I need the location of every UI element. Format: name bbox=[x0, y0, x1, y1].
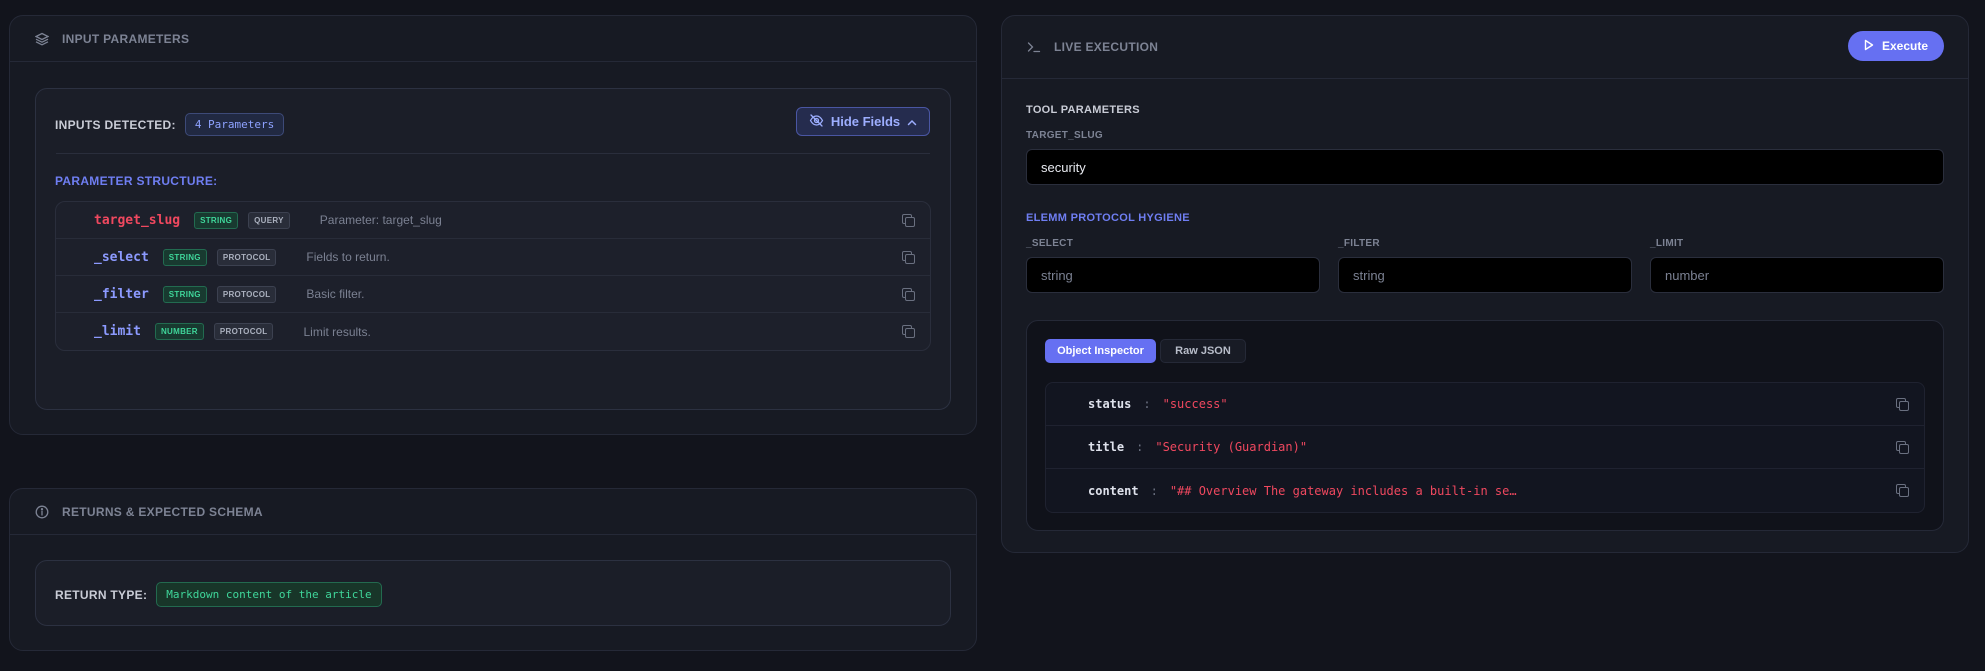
param-row-target-slug: target_slug STRING QUERY Parameter: targ… bbox=[56, 202, 930, 239]
return-type-badge: Markdown content of the article bbox=[156, 582, 382, 607]
target-slug-label: TARGET_SLUG bbox=[1026, 130, 1104, 141]
execute-button[interactable]: Execute bbox=[1848, 31, 1944, 61]
object-list: status : "success" title : "Security (Gu… bbox=[1045, 382, 1925, 513]
result-value: "Security (Guardian)" bbox=[1155, 440, 1308, 454]
result-colon: : bbox=[1150, 483, 1158, 498]
filter-label: _FILTER bbox=[1338, 238, 1380, 249]
select-input[interactable] bbox=[1026, 257, 1320, 293]
result-value: "success" bbox=[1162, 397, 1228, 411]
param-type-tag: NUMBER bbox=[154, 323, 204, 340]
param-type-tag: STRING bbox=[162, 248, 207, 266]
select-label: _SELECT bbox=[1026, 238, 1074, 249]
return-type-row: RETURN TYPE: Markdown content of the art… bbox=[55, 582, 382, 607]
param-description: Parameter: target_slug bbox=[319, 213, 442, 227]
copy-icon[interactable] bbox=[902, 251, 915, 264]
input-parameters-header: INPUT PARAMETERS bbox=[10, 16, 976, 62]
param-description: Basic filter. bbox=[306, 287, 365, 301]
param-location-tag: QUERY bbox=[248, 211, 290, 229]
result-row-status: status : "success" bbox=[1046, 383, 1924, 426]
execute-label: Execute bbox=[1881, 39, 1929, 53]
protocol-hygiene-title: ELEMM PROTOCOL HYGIENE bbox=[1026, 212, 1190, 224]
result-colon: : bbox=[1136, 440, 1144, 454]
play-icon bbox=[1864, 39, 1874, 54]
panel-title: LIVE EXECUTION bbox=[1054, 40, 1159, 54]
live-execution-panel: LIVE EXECUTION Execute TOOL PARAMETERS T… bbox=[1001, 15, 1969, 553]
result-key: title bbox=[1088, 440, 1125, 454]
panel-title: RETURNS & EXPECTED SCHEMA bbox=[62, 504, 263, 519]
param-type-tag: STRING bbox=[194, 211, 239, 229]
param-description: Fields to return. bbox=[306, 250, 390, 264]
param-name: _filter bbox=[94, 286, 149, 302]
tab-object-inspector[interactable]: Object Inspector bbox=[1045, 339, 1156, 363]
input-parameters-panel: INPUT PARAMETERS INPUTS DETECTED: 4 Para… bbox=[9, 15, 977, 435]
param-type-tag: STRING bbox=[162, 285, 207, 303]
copy-icon[interactable] bbox=[1896, 484, 1909, 497]
param-location-tag: PROTOCOL bbox=[213, 323, 274, 340]
copy-icon[interactable] bbox=[1896, 398, 1909, 411]
tab-raw-json[interactable]: Raw JSON bbox=[1160, 339, 1246, 363]
result-key: content bbox=[1088, 483, 1139, 498]
hide-fields-button[interactable]: Hide Fields bbox=[796, 107, 930, 136]
param-location-tag: PROTOCOL bbox=[216, 285, 277, 303]
result-inspector: Object Inspector Raw JSON status : "succ… bbox=[1026, 320, 1944, 531]
result-value: "## Overview The gateway includes a buil… bbox=[1169, 483, 1517, 498]
copy-icon[interactable] bbox=[902, 325, 915, 338]
return-type-card: RETURN TYPE: Markdown content of the art… bbox=[35, 560, 951, 626]
param-description: Limit results. bbox=[303, 324, 371, 339]
result-row-content: content : "## Overview The gateway inclu… bbox=[1046, 469, 1924, 512]
limit-label: _LIMIT bbox=[1650, 238, 1684, 249]
inputs-detected-label: INPUTS DETECTED: bbox=[55, 117, 176, 132]
hide-fields-label: Hide Fields bbox=[830, 114, 901, 129]
returns-header: RETURNS & EXPECTED SCHEMA bbox=[10, 489, 976, 535]
parameter-structure-title: PARAMETER STRUCTURE: bbox=[55, 174, 218, 188]
parameter-count-badge: 4 Parameters bbox=[184, 113, 285, 136]
result-row-title: title : "Security (Guardian)" bbox=[1046, 426, 1924, 469]
divider bbox=[56, 153, 930, 154]
result-key: status bbox=[1088, 397, 1132, 411]
copy-icon[interactable] bbox=[902, 288, 915, 301]
returns-panel: RETURNS & EXPECTED SCHEMA RETURN TYPE: M… bbox=[9, 488, 977, 651]
parameter-table: target_slug STRING QUERY Parameter: targ… bbox=[55, 201, 931, 351]
copy-icon[interactable] bbox=[902, 214, 915, 227]
param-row-select: _select STRING PROTOCOL Fields to return… bbox=[56, 239, 930, 276]
target-slug-input[interactable] bbox=[1026, 149, 1944, 185]
layers-icon bbox=[34, 31, 50, 47]
panel-title: INPUT PARAMETERS bbox=[62, 31, 190, 46]
chevron-up-icon bbox=[907, 114, 917, 129]
param-name: _select bbox=[94, 249, 149, 265]
param-name: target_slug bbox=[94, 212, 181, 228]
tool-parameters-title: TOOL PARAMETERS bbox=[1026, 104, 1140, 116]
eye-off-icon bbox=[809, 113, 824, 130]
info-icon bbox=[34, 504, 50, 520]
limit-input[interactable] bbox=[1650, 257, 1944, 293]
copy-icon[interactable] bbox=[1896, 441, 1909, 454]
param-row-filter: _filter STRING PROTOCOL Basic filter. bbox=[56, 276, 930, 313]
inputs-detected-card: INPUTS DETECTED: 4 Parameters Hide Field… bbox=[35, 88, 951, 410]
inputs-detected-row: INPUTS DETECTED: 4 Parameters bbox=[55, 113, 285, 136]
result-colon: : bbox=[1143, 397, 1151, 411]
terminal-icon bbox=[1026, 39, 1042, 55]
param-name: _limit bbox=[94, 324, 141, 339]
live-execution-header: LIVE EXECUTION bbox=[1002, 16, 1968, 79]
return-type-label: RETURN TYPE: bbox=[55, 587, 148, 602]
param-location-tag: PROTOCOL bbox=[216, 248, 277, 266]
filter-input[interactable] bbox=[1338, 257, 1632, 293]
param-row-limit: _limit NUMBER PROTOCOL Limit results. bbox=[56, 313, 930, 350]
